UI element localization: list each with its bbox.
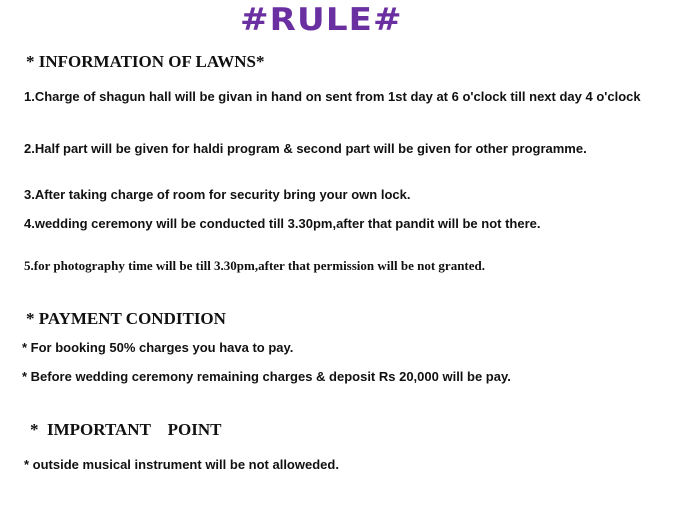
lawns-rule-3: 3.After taking charge of room for securi… [24, 187, 411, 202]
lawns-rule-1: 1.Charge of shagun hall will be givan in… [24, 89, 641, 104]
important-rule-1: * outside musical instrument will be not… [24, 457, 339, 472]
lawns-rule-2: 2.Half part will be given for haldi prog… [24, 141, 587, 156]
payment-rule-1: * For booking 50% charges you hava to pa… [22, 340, 294, 355]
payment-heading: * PAYMENT CONDITION [26, 309, 226, 328]
lawns-heading: * INFORMATION OF LAWNS* [26, 52, 265, 71]
page-title: #RULE# [240, 2, 403, 38]
lawns-rule-5: 5.for photography time will be till 3.30… [24, 258, 486, 273]
lawns-rule-4: 4.wedding ceremony will be conducted til… [24, 216, 541, 231]
important-heading: * IMPORTANT POINT [30, 420, 222, 439]
payment-rule-2: * Before wedding ceremony remaining char… [22, 369, 511, 384]
